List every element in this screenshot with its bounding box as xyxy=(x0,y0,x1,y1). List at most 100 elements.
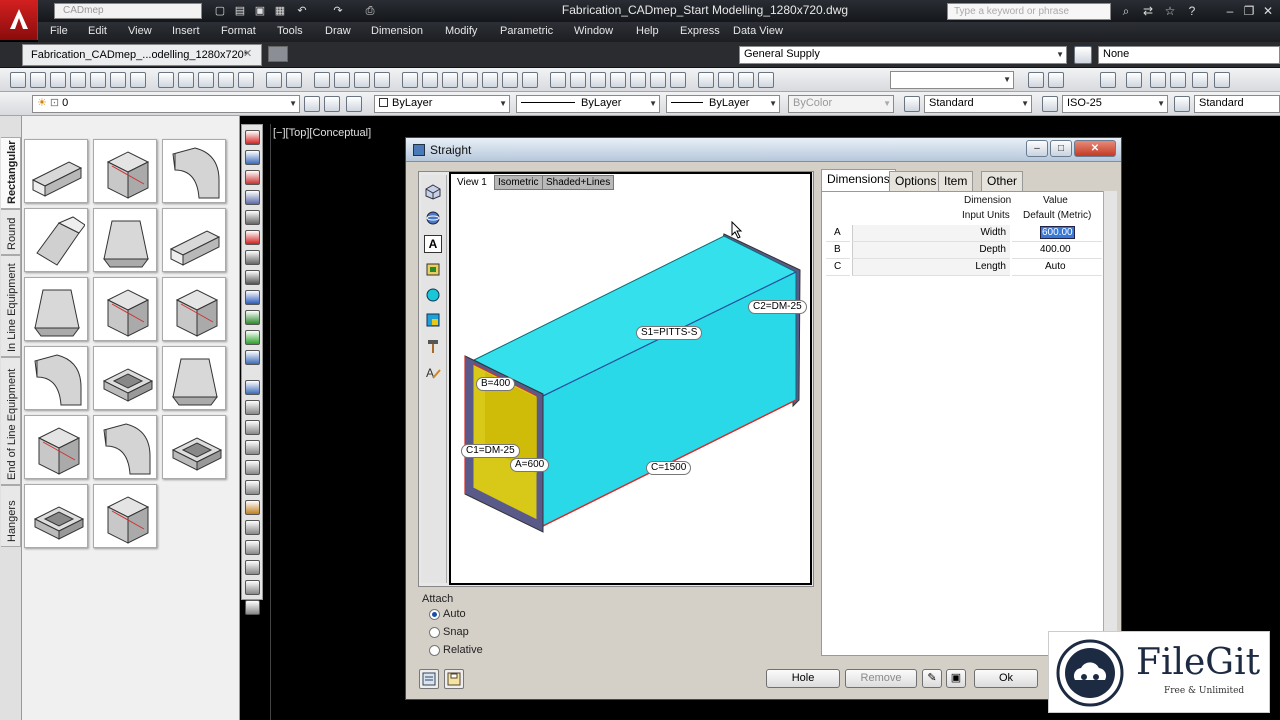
stop-icon[interactable] xyxy=(245,230,260,245)
sheet-set-icon[interactable] xyxy=(462,72,478,88)
material-icon[interactable] xyxy=(1170,72,1186,88)
favorites-icon[interactable]: ☆ xyxy=(1162,3,1178,19)
menu-format[interactable]: Format xyxy=(221,25,256,37)
free-orbit-icon[interactable] xyxy=(718,72,734,88)
attach-snap-radio[interactable] xyxy=(429,627,440,638)
find-icon[interactable] xyxy=(1048,72,1064,88)
layer-states-icon[interactable] xyxy=(324,96,340,112)
dim-value-length[interactable]: Auto xyxy=(1012,259,1102,276)
layer-previous-icon[interactable] xyxy=(304,96,320,112)
redo-icon[interactable] xyxy=(286,72,302,88)
plot-icon[interactable] xyxy=(70,72,86,88)
preview-tab-view1[interactable]: View 1 xyxy=(453,175,491,190)
palette-tile-damper-box[interactable] xyxy=(93,484,157,548)
calculator-icon[interactable] xyxy=(502,72,518,88)
palette-tile-collar[interactable] xyxy=(93,346,157,410)
menu-dimension[interactable]: Dimension xyxy=(371,25,423,37)
orbit-icon[interactable] xyxy=(698,72,714,88)
match-props-icon[interactable] xyxy=(218,72,234,88)
palette-tile-radius-bend[interactable] xyxy=(162,139,226,203)
dimensions-scrollbar[interactable] xyxy=(1103,191,1117,656)
palette-tile-transition[interactable] xyxy=(24,208,88,272)
palette-tile-straight-duct[interactable] xyxy=(24,139,88,203)
palette-tab-round[interactable]: Round xyxy=(1,209,21,255)
print-icon[interactable]: ⎙ xyxy=(362,3,378,19)
text-toggle-icon[interactable]: A xyxy=(424,235,442,253)
view-left-icon[interactable] xyxy=(610,72,626,88)
view-front-icon[interactable] xyxy=(650,72,666,88)
table-style-combo[interactable]: Standard xyxy=(1194,95,1280,113)
text-style-icon[interactable] xyxy=(904,96,920,112)
dim-value-width-input[interactable]: 600.00 xyxy=(1040,226,1075,239)
shade-icon[interactable] xyxy=(425,287,441,303)
palette-tile-square-panel[interactable] xyxy=(93,139,157,203)
callout-s1[interactable]: S1=PITTS-S xyxy=(636,326,703,340)
color-combo[interactable]: ByLayer ▼ xyxy=(374,95,510,113)
workspace-switcher[interactable]: CADmep xyxy=(54,3,202,19)
layer-combo[interactable]: ☀ ⊡ 0 ▼ xyxy=(32,95,300,113)
zoom-icon[interactable] xyxy=(245,150,260,165)
copy-icon[interactable] xyxy=(245,400,260,415)
save-as-icon[interactable]: ▦ xyxy=(272,3,288,19)
view-back-icon[interactable] xyxy=(670,72,686,88)
pin-icon[interactable] xyxy=(245,560,260,575)
palette-tile-plenum[interactable] xyxy=(162,415,226,479)
undo-icon[interactable]: ↶ xyxy=(294,3,310,19)
palette-tile-taper[interactable] xyxy=(93,208,157,272)
save-item-icon[interactable] xyxy=(444,669,464,689)
view-bottom-icon[interactable] xyxy=(590,72,606,88)
dialog-minimize-icon[interactable]: – xyxy=(1026,140,1048,157)
open-icon[interactable]: ▤ xyxy=(232,3,248,19)
dimension-icon[interactable] xyxy=(245,250,260,265)
palette-tile-hood[interactable] xyxy=(162,346,226,410)
menu-window[interactable]: Window xyxy=(574,25,613,37)
preview-tab-isometric[interactable]: Isometric xyxy=(494,175,543,190)
palette-tile-square-panel-2[interactable] xyxy=(93,277,157,341)
callout-c[interactable]: C=1500 xyxy=(646,461,692,475)
ucs-icon[interactable] xyxy=(550,72,566,88)
palette-tile-spigot-box[interactable] xyxy=(24,484,88,548)
exchange-icon[interactable]: ⇄ xyxy=(1140,3,1156,19)
window-icon[interactable] xyxy=(245,350,260,365)
service-combo[interactable]: General Supply ▼ xyxy=(739,46,1067,64)
preview-tab-shaded-lines[interactable]: Shaded+Lines xyxy=(542,175,615,190)
annotate-icon[interactable]: A xyxy=(425,364,441,380)
layers-icon[interactable] xyxy=(425,312,441,328)
document-tab[interactable]: Fabrication_CADmep_...odelling_1280x720* xyxy=(22,44,262,66)
palette-tile-cube-box[interactable] xyxy=(162,277,226,341)
continuous-orbit-icon[interactable] xyxy=(738,72,754,88)
undo-icon[interactable] xyxy=(266,72,282,88)
mirror-icon[interactable] xyxy=(245,440,260,455)
export-icon[interactable] xyxy=(245,380,260,395)
open-icon[interactable] xyxy=(30,72,46,88)
palette-tab-rectangular[interactable]: Rectangular xyxy=(1,137,21,209)
binoculars-icon[interactable]: ⌕ xyxy=(1118,3,1134,19)
view-top-icon[interactable] xyxy=(570,72,586,88)
palette-tab-in-line-equipment[interactable]: In Line Equipment xyxy=(1,255,21,357)
dim-value-width-cell[interactable]: 600.00 xyxy=(1012,225,1102,242)
text-style-combo[interactable]: Standard ▼ xyxy=(924,95,1032,113)
orbit-icon[interactable] xyxy=(425,210,441,226)
save-icon[interactable] xyxy=(50,72,66,88)
paste-icon[interactable] xyxy=(198,72,214,88)
pipe-icon[interactable] xyxy=(245,290,260,305)
menu-express[interactable]: Express xyxy=(680,25,720,37)
minimize-icon[interactable]: – xyxy=(1222,3,1238,19)
render-icon[interactable] xyxy=(1150,72,1166,88)
dim-style-icon[interactable] xyxy=(1042,96,1058,112)
globe-icon[interactable] xyxy=(245,310,260,325)
remove-button[interactable]: Remove xyxy=(845,669,917,688)
menu-draw[interactable]: Draw xyxy=(325,25,351,37)
help-icon[interactable]: ? xyxy=(1184,3,1200,19)
menu-insert[interactable]: Insert xyxy=(172,25,200,37)
swivel-icon[interactable] xyxy=(758,72,774,88)
callout-b[interactable]: B=400 xyxy=(476,377,516,391)
palette-tile-boot[interactable] xyxy=(24,415,88,479)
callout-c2[interactable]: C2=DM-25 xyxy=(748,300,807,314)
palette-tile-shoe-branch[interactable] xyxy=(24,277,88,341)
restore-icon[interactable]: ❐ xyxy=(1241,3,1257,19)
menu-modify[interactable]: Modify xyxy=(445,25,477,37)
new-tab-button[interactable] xyxy=(268,46,288,62)
publish-icon[interactable] xyxy=(110,72,126,88)
attach-auto-label[interactable]: Auto xyxy=(443,608,466,620)
